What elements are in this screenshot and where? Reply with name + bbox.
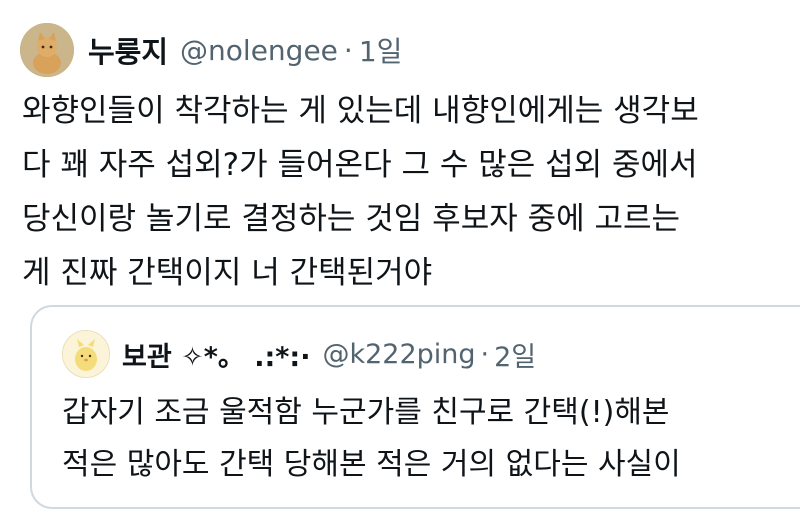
author-name[interactable]: 누룽지 xyxy=(88,29,168,71)
quoted-author-handle[interactable]: @k222ping xyxy=(322,339,475,370)
author-handle[interactable]: @nolengee xyxy=(180,34,338,67)
tweet-time[interactable]: 1일 xyxy=(359,30,403,70)
chick-avatar-icon xyxy=(63,331,109,377)
separator-dot: · xyxy=(343,33,353,67)
quoted-author-avatar[interactable] xyxy=(62,330,110,378)
tweet[interactable]: 누룽지 @nolengee · 1일 와향인들이 착각하는 게 있는데 내향인에… xyxy=(0,0,800,509)
author-avatar[interactable] xyxy=(20,23,74,77)
tweet-text: 와향인들이 착각하는 게 있는데 내향인에게는 생각보 다 꽤 자주 섭외?가 … xyxy=(22,93,699,291)
tweet-header: 누룽지 @nolengee · 1일 xyxy=(20,22,402,78)
quoted-separator-dot: · xyxy=(480,338,490,370)
quoted-tweet-time[interactable]: 2일 xyxy=(494,335,536,374)
quoted-tweet-header: 보관 ✧*。 .:*:· @k222ping · 2일 xyxy=(62,327,536,381)
cat-avatar-icon xyxy=(20,23,74,77)
quoted-tweet[interactable]: 보관 ✧*。 .:*:· @k222ping · 2일 갑자기 조금 울적함 누… xyxy=(30,305,800,509)
quoted-tweet-text: 갑자기 조금 울적함 누군가를 친구로 간택(!)해본 적은 많아도 간택 당해… xyxy=(62,395,681,482)
quoted-author-name[interactable]: 보관 ✧*。 .:*:· xyxy=(122,335,310,374)
